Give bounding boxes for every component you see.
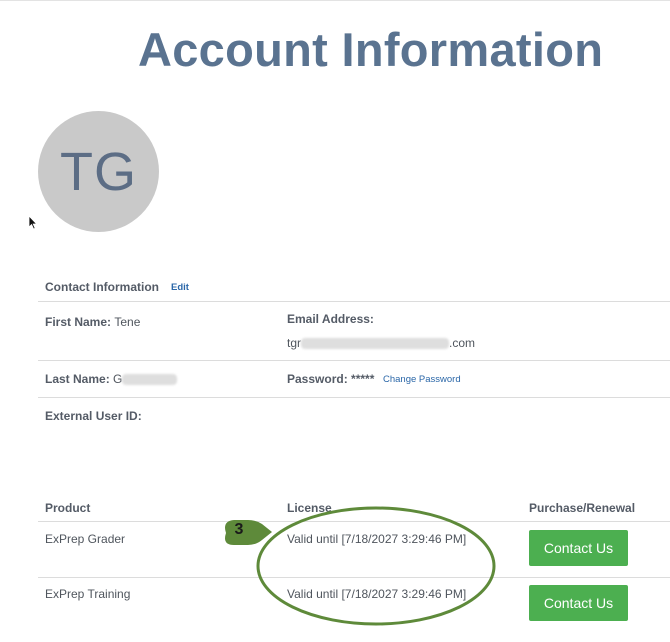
annotation-number: 3 [234,521,244,538]
annotation-overlay [225,506,496,626]
annotation-ellipse [256,506,496,626]
